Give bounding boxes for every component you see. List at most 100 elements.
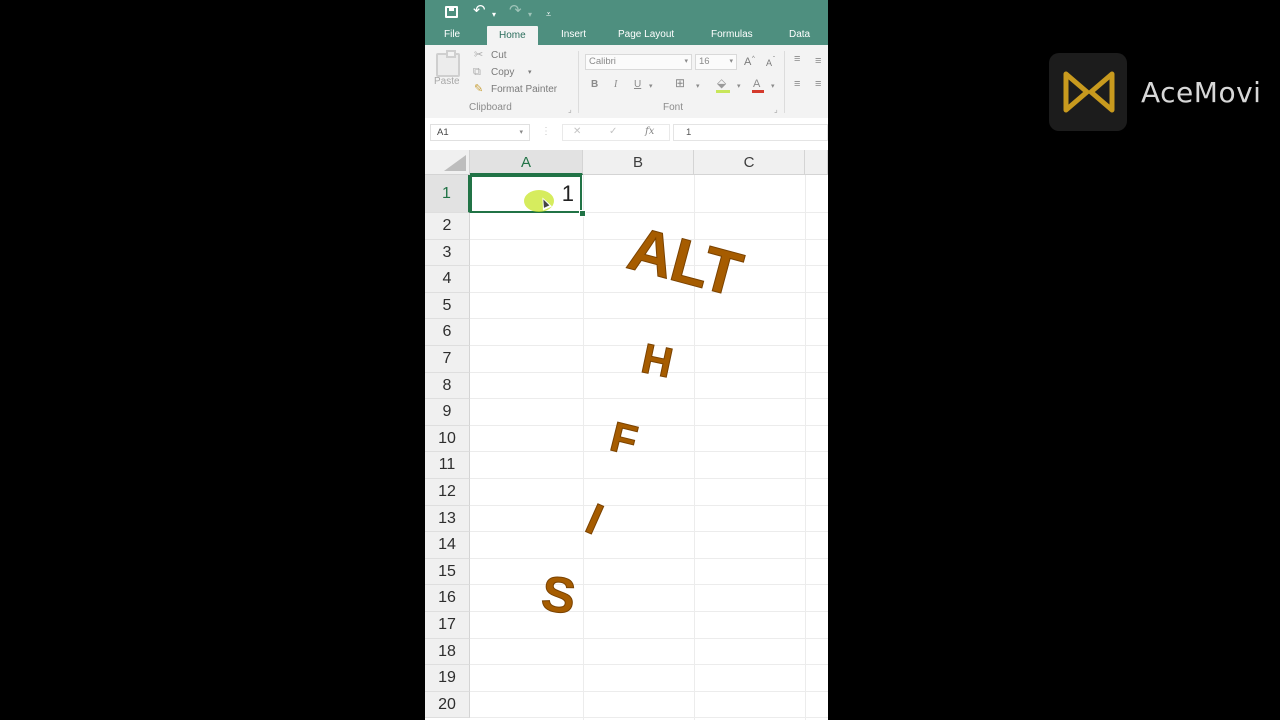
cut-button[interactable]: Cut	[491, 50, 507, 62]
row-header-6[interactable]: 6	[425, 319, 470, 346]
fill-color-swatch	[716, 90, 730, 93]
borders-icon[interactable]: ⊞	[675, 77, 685, 89]
copy-icon[interactable]: ⧉	[473, 66, 481, 78]
bold-button[interactable]: B	[591, 79, 598, 91]
row-header-1[interactable]: 1	[425, 175, 470, 213]
row-header-2[interactable]: 2	[425, 213, 470, 240]
formula-input[interactable]: 1	[673, 124, 828, 141]
grid-line	[470, 637, 828, 639]
grid-line	[470, 398, 828, 400]
brush-icon[interactable]: ✎	[474, 83, 483, 95]
row-header-7[interactable]: 7	[425, 346, 470, 373]
watermark-brand: AceMovi	[1141, 76, 1262, 109]
grid-line	[583, 175, 584, 720]
font-color-button[interactable]: A	[753, 78, 760, 90]
row-header-4[interactable]: 4	[425, 266, 470, 293]
row-header-19[interactable]: 19	[425, 665, 470, 692]
format-painter-button[interactable]: Format Painter	[491, 84, 557, 96]
grid-line	[470, 504, 828, 506]
formula-value: 1	[686, 127, 692, 138]
row-header-12[interactable]: 12	[425, 479, 470, 506]
row-header-15[interactable]: 15	[425, 558, 470, 586]
align-left-icon[interactable]: ≡	[794, 78, 800, 90]
group-divider	[784, 51, 785, 113]
align-top-icon[interactable]: ≡	[794, 53, 800, 65]
column-header-d[interactable]	[805, 150, 828, 175]
align-center-icon[interactable]: ≡	[815, 78, 821, 90]
grow-font-button[interactable]: A	[744, 56, 751, 68]
more-icon: ⋮	[541, 126, 551, 137]
grid-line	[805, 175, 806, 720]
insert-function-icon[interactable]: fx	[645, 126, 654, 138]
chevron-down-icon[interactable]: ▾	[492, 7, 496, 23]
row-header-17[interactable]: 17	[425, 612, 470, 639]
enter-icon[interactable]: ✓	[609, 126, 617, 138]
copy-button[interactable]: Copy	[491, 67, 514, 79]
chevron-down-icon[interactable]: ▾	[528, 67, 532, 79]
paste-button-label[interactable]: Paste	[434, 76, 460, 88]
name-box-value: A1	[437, 127, 449, 138]
name-box[interactable]: A1 ▾	[430, 124, 530, 141]
ribbon-tabs: File Home Insert Page Layout Formulas Da…	[425, 24, 828, 45]
save-icon[interactable]	[445, 6, 458, 18]
grid-line	[470, 717, 828, 719]
chevron-down-icon[interactable]: ▾	[771, 81, 775, 93]
tab-data[interactable]: Data	[789, 28, 810, 41]
chevron-down-icon: ▾	[729, 58, 733, 65]
cell-value: 1	[561, 181, 574, 206]
cancel-icon[interactable]: ✕	[573, 126, 581, 138]
ribbon: Paste ✂ Cut ⧉ Copy ▾ ✎ Format Painter Cl…	[425, 45, 828, 119]
row-header-11[interactable]: 11	[425, 452, 470, 479]
grid-line	[470, 424, 828, 426]
row-header-13[interactable]: 13	[425, 505, 470, 533]
fill-color-icon[interactable]: ⬙	[717, 77, 726, 89]
row-header-9[interactable]: 9	[425, 399, 470, 426]
scissors-icon[interactable]: ✂	[474, 49, 483, 61]
fill-handle[interactable]	[579, 210, 586, 217]
chevron-down-icon[interactable]: ▾	[696, 81, 700, 93]
grid-line	[470, 451, 828, 453]
dialog-launcher-icon[interactable]: ⌟	[774, 105, 778, 114]
grid-line	[470, 664, 828, 666]
shrink-font-button[interactable]: A	[766, 57, 772, 69]
chevron-down-icon[interactable]: ▾	[737, 81, 741, 93]
select-all-corner[interactable]	[425, 150, 470, 175]
row-header-18[interactable]: 18	[425, 638, 470, 666]
tab-page-layout[interactable]: Page Layout	[618, 28, 674, 41]
tab-home[interactable]: Home	[487, 26, 538, 45]
column-header-a[interactable]: A	[470, 150, 583, 175]
column-header-c[interactable]: C	[694, 150, 805, 175]
grid-line	[470, 611, 828, 612]
dialog-launcher-icon[interactable]: ⌟	[568, 105, 572, 114]
tab-insert[interactable]: Insert	[561, 28, 586, 41]
row-header-3[interactable]: 3	[425, 239, 470, 267]
row-header-16[interactable]: 16	[425, 585, 470, 612]
formula-bar: A1 ▾ ⋮ ✕ ✓ fx 1	[425, 118, 828, 151]
chevron-down-icon[interactable]: ▾	[649, 81, 653, 93]
chevron-down-icon[interactable]: ▾	[528, 7, 532, 23]
customize-toolbar-icon[interactable]: ⩡	[546, 6, 551, 22]
tab-file[interactable]: File	[444, 28, 460, 41]
tab-formulas[interactable]: Formulas	[711, 28, 753, 41]
caret-down-icon: ˇ	[773, 57, 775, 63]
font-color-swatch	[752, 90, 764, 93]
font-size-select[interactable]: 16 ▾	[695, 54, 737, 70]
row-header-8[interactable]: 8	[425, 372, 470, 400]
paste-icon[interactable]	[436, 50, 460, 77]
grid-line	[470, 291, 828, 293]
row-header-5[interactable]: 5	[425, 292, 470, 320]
underline-button[interactable]: U	[634, 79, 641, 91]
row-header-20[interactable]: 20	[425, 691, 470, 719]
column-header-b[interactable]: B	[583, 150, 694, 175]
chevron-down-icon: ▾	[684, 58, 688, 65]
font-name-select[interactable]: Calibri ▾	[585, 54, 692, 70]
row-header-14[interactable]: 14	[425, 532, 470, 559]
italic-button[interactable]: I	[614, 79, 617, 91]
grid-line	[470, 584, 828, 586]
align-middle-icon[interactable]: ≡	[815, 55, 821, 67]
row-header-10[interactable]: 10	[425, 425, 470, 453]
grid-line	[470, 531, 828, 533]
redo-icon[interactable]: ↷	[509, 3, 522, 19]
caret-up-icon: ^	[752, 56, 755, 62]
undo-icon[interactable]: ↶	[473, 3, 486, 19]
